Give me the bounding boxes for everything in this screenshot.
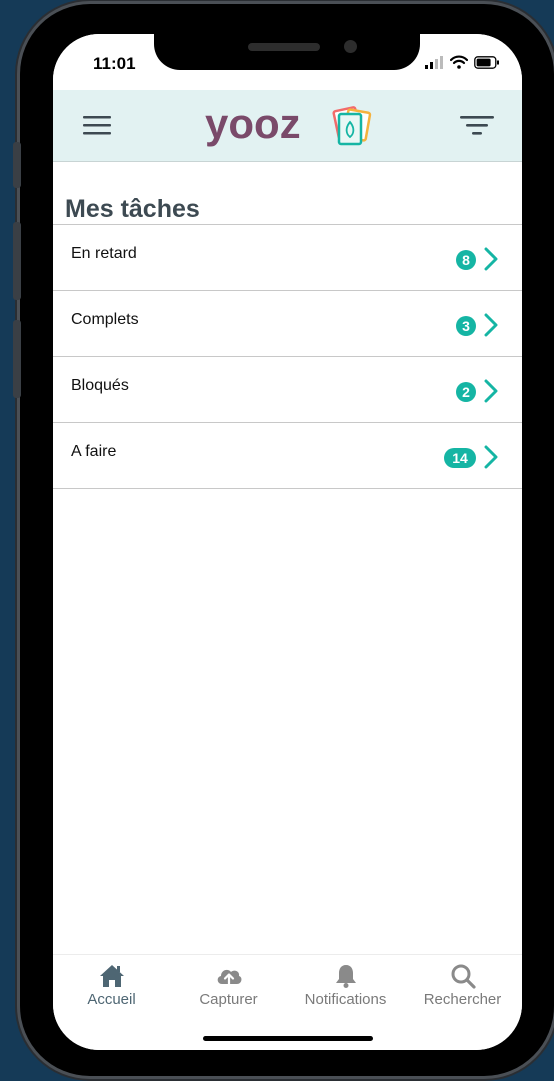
search-icon [451, 964, 476, 989]
battery-icon [474, 55, 499, 69]
tab-rechercher[interactable]: Rechercher [404, 955, 521, 1015]
tab-label: Notifications [304, 991, 387, 1008]
task-list: En retard 8 Complets 3 Bloqués 2 A faire… [53, 224, 522, 489]
task-label: Complets [71, 311, 139, 328]
filter-button[interactable] [460, 114, 494, 136]
status-icons [424, 55, 500, 69]
task-label: A faire [71, 443, 117, 460]
hamburger-menu-icon [83, 116, 111, 135]
svg-text:yooz: yooz [205, 100, 301, 147]
cellular-signal-icon [425, 56, 443, 69]
task-row-complets[interactable]: Complets 3 [53, 291, 522, 357]
front-camera [344, 40, 357, 53]
app-header: yooz [53, 90, 522, 162]
screen: 11:01 yooz Mes tâches En retard 8 Comple… [53, 34, 522, 1050]
count-badge: 8 [456, 250, 476, 270]
logo-cards-icon [332, 106, 372, 146]
yooz-logo: yooz [205, 100, 372, 147]
filter-icon [460, 116, 494, 135]
bottom-tab-bar: Accueil Capturer Notifications Recherche… [53, 954, 522, 1050]
volume-up-button [13, 222, 21, 300]
tab-accueil[interactable]: Accueil [53, 955, 170, 1015]
bell-icon [335, 965, 356, 988]
home-indicator[interactable] [203, 1036, 373, 1041]
tab-label: Accueil [87, 991, 136, 1008]
task-row-en-retard[interactable]: En retard 8 [53, 225, 522, 291]
task-row-bloques[interactable]: Bloqués 2 [53, 357, 522, 423]
tab-capturer[interactable]: Capturer [170, 955, 287, 1015]
tab-label: Rechercher [423, 991, 502, 1008]
menu-button[interactable] [83, 114, 111, 136]
task-label: En retard [71, 245, 137, 262]
count-badge: 3 [456, 316, 476, 336]
task-label: Bloqués [71, 377, 129, 394]
status-time: 11:01 [93, 54, 136, 73]
wifi-icon [450, 55, 468, 69]
chevron-right-icon [484, 313, 498, 337]
camera-notch [154, 34, 420, 70]
volume-down-button [13, 320, 21, 398]
tab-label: Capturer [199, 991, 258, 1008]
speaker-grille [248, 43, 320, 51]
chevron-right-icon [484, 247, 498, 271]
page-title: Mes tâches [65, 195, 200, 223]
home-icon [99, 965, 124, 987]
tab-notifications[interactable]: Notifications [287, 955, 404, 1015]
mute-switch [13, 142, 21, 188]
cloud-upload-icon [217, 969, 241, 988]
chevron-right-icon [484, 379, 498, 403]
chevron-right-icon [484, 445, 498, 469]
task-row-a-faire[interactable]: A faire 14 [53, 423, 522, 489]
count-badge: 14 [444, 448, 476, 468]
count-badge: 2 [456, 382, 476, 402]
